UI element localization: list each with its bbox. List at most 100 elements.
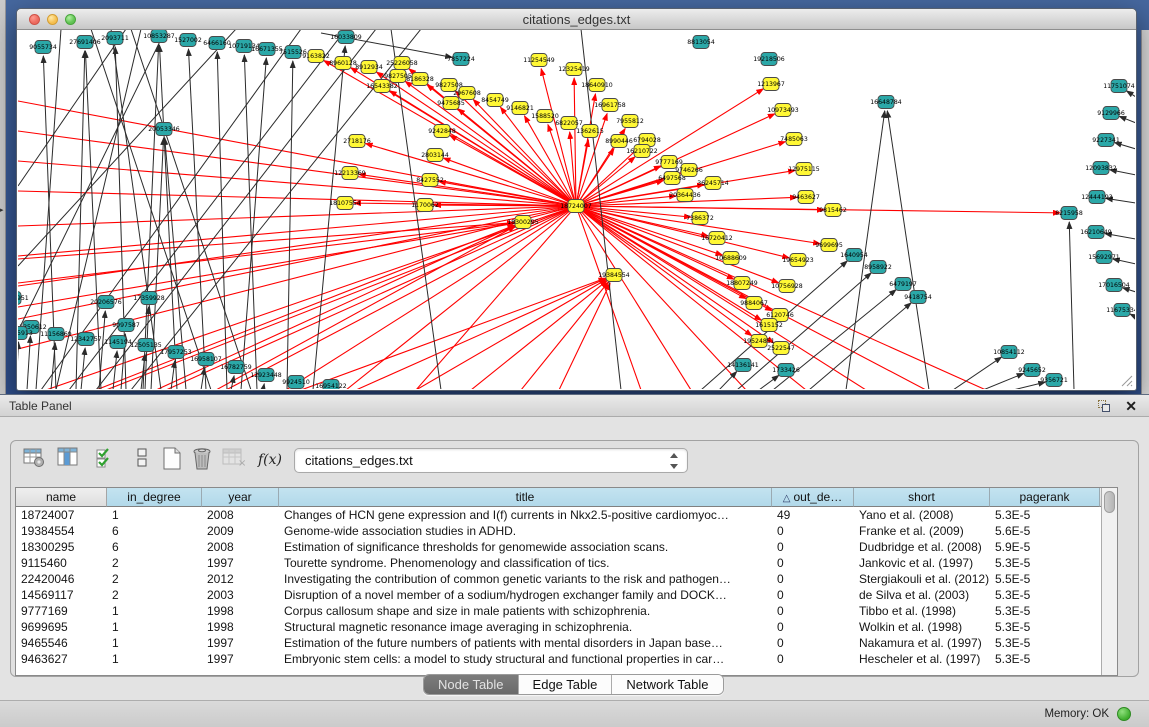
cell-year[interactable]: 2012 [202,571,279,587]
tab-node-table[interactable]: Node Table [424,675,519,694]
cell-year[interactable]: 1998 [202,603,279,619]
cell-out_de[interactable]: 0 [772,523,854,539]
cell-out_de[interactable]: 0 [772,587,854,603]
graph-node[interactable]: 9699695 [815,239,843,252]
cell-pagerank[interactable]: 5.3E-5 [990,555,1100,571]
graph-node[interactable]: 20206576 [90,296,122,309]
graph-node[interactable]: 18640910 [581,79,613,92]
graph-node[interactable]: 16961758 [594,99,626,112]
graph-node[interactable]: 9815462 [819,204,847,217]
graph-node[interactable]: 12975115 [788,163,820,176]
graph-node[interactable]: 7485063 [780,133,808,146]
table-settings-button[interactable] [21,447,47,475]
cell-name[interactable]: 9699695 [16,619,107,635]
delete-table-button[interactable] [189,447,215,475]
cell-name[interactable]: 18300295 [16,539,107,555]
cell-title[interactable]: Tourette syndrome. Phenomenology and cla… [279,555,772,571]
cell-out_de[interactable]: 0 [772,635,854,651]
graph-node[interactable]: 16958107 [190,353,222,366]
cell-title[interactable]: Genome-wide association studies in ADHD. [279,523,772,539]
left-splitter[interactable]: ▸ [0,0,6,394]
graph-node[interactable]: 9356721 [1040,374,1068,387]
column-header-short[interactable]: short [854,488,990,507]
cell-title[interactable]: Estimation of significance thresholds fo… [279,539,772,555]
new-table-button[interactable] [159,447,185,475]
cell-short[interactable]: de Silva et al. (2003) [854,587,990,603]
table-row[interactable]: 946362711997Embryonic stem cells: a mode… [16,651,1102,667]
splitter-collapse-icon[interactable]: ▸ [0,206,4,214]
cell-pagerank[interactable]: 5.3E-5 [990,619,1100,635]
cell-title[interactable]: Corpus callosum shape and size in male p… [279,603,772,619]
graph-node[interactable]: 1213967 [757,78,785,91]
cell-out_de[interactable]: 0 [772,603,854,619]
cell-title[interactable]: Structural magnetic resonance image aver… [279,619,772,635]
graph-node[interactable]: 8912934 [355,61,383,74]
graph-node[interactable]: 11254549 [523,54,555,67]
cell-title[interactable]: Embryonic stem cells: a model to study s… [279,651,772,667]
graph-node[interactable]: 9245652 [1018,364,1046,377]
cell-short[interactable]: Nakamura et al. (1997) [854,635,990,651]
graph-node[interactable]: 2803144 [421,149,449,162]
close-panel-icon[interactable]: ✕ [1125,398,1137,415]
cell-pagerank[interactable]: 5.5E-5 [990,571,1100,587]
graph-node[interactable]: 18107554 [329,197,361,210]
graph-node[interactable]: 16648784 [870,96,902,109]
graph-node[interactable]: 8813054 [687,36,715,49]
cell-name[interactable]: 18724007 [16,507,107,523]
graph-node[interactable]: 10688609 [715,252,747,265]
table-row[interactable]: 1456911722003Disruption of a novel membe… [16,587,1102,603]
graph-node[interactable]: 19654923 [782,254,814,267]
graph-node[interactable]: 14136141 [727,359,759,372]
cell-name[interactable]: 19384554 [16,523,107,539]
cell-year[interactable]: 2008 [202,539,279,555]
table-row[interactable]: 1830029562008Estimation of significance … [16,539,1102,555]
graph-node[interactable]: 17016504 [1098,279,1130,292]
cell-out_de[interactable]: 0 [772,619,854,635]
function-builder-button[interactable]: f(x) [257,447,283,475]
graph-node[interactable]: 20053346 [148,123,180,136]
graph-node[interactable]: 9884067 [740,297,768,310]
graph-node[interactable]: 11751074 [1103,80,1135,93]
cell-in_degree[interactable]: 1 [107,619,202,635]
network-window-titlebar[interactable]: citations_edges.txt [17,9,1136,30]
cell-short[interactable]: Tibbo et al. (1998) [854,603,990,619]
cell-in_degree[interactable]: 1 [107,635,202,651]
cell-year[interactable]: 1998 [202,619,279,635]
cell-in_degree[interactable]: 2 [107,587,202,603]
graph-node[interactable]: 9242848 [428,125,456,138]
graph-node[interactable]: 9418754 [904,291,932,304]
graph-node[interactable]: 7857224 [447,53,475,66]
column-header-title[interactable]: title [279,488,772,507]
cell-pagerank[interactable]: 5.3E-5 [990,587,1100,603]
graph-node[interactable]: 15692971 [1088,251,1120,264]
cell-year[interactable]: 2003 [202,587,279,603]
cell-short[interactable]: Franke et al. (2009) [854,523,990,539]
column-header-in_degree[interactable]: in_degree [107,488,202,507]
column-header-pagerank[interactable]: pagerank [990,488,1100,507]
tab-network-table[interactable]: Network Table [612,675,722,694]
cell-short[interactable]: Dudbridge et al. (2008) [854,539,990,555]
network-canvas[interactable]: 1872400791638228960128891293425226058982… [18,30,1135,389]
cell-year[interactable]: 2008 [202,507,279,523]
cell-in_degree[interactable]: 1 [107,507,202,523]
cell-title[interactable]: Investigating the contribution of common… [279,571,772,587]
select-rows-button[interactable] [93,447,119,475]
graph-node[interactable]: 2093711 [101,32,129,45]
cell-in_degree[interactable]: 2 [107,571,202,587]
cell-name[interactable]: 9115460 [16,555,107,571]
cell-name[interactable]: 22420046 [16,571,107,587]
graph-node[interactable]: 12923448 [250,369,282,382]
graph-node[interactable]: 16033809 [330,31,362,44]
graph-node[interactable]: 9097587 [112,319,140,332]
cell-pagerank[interactable]: 5.3E-5 [990,603,1100,619]
table-vertical-scrollbar[interactable] [1101,488,1117,675]
graph-node[interactable]: 1527002 [174,34,202,47]
cell-out_de[interactable]: 49 [772,507,854,523]
cell-short[interactable]: Jankovic et al. (1997) [854,555,990,571]
cell-out_de[interactable]: 0 [772,651,854,667]
graph-node[interactable]: 27691406 [69,36,101,49]
graph-node[interactable]: 7955812 [616,115,644,128]
graph-node[interactable]: 25226058 [386,57,418,70]
cell-name[interactable]: 9463627 [16,651,107,667]
show-columns-button[interactable] [55,447,81,475]
